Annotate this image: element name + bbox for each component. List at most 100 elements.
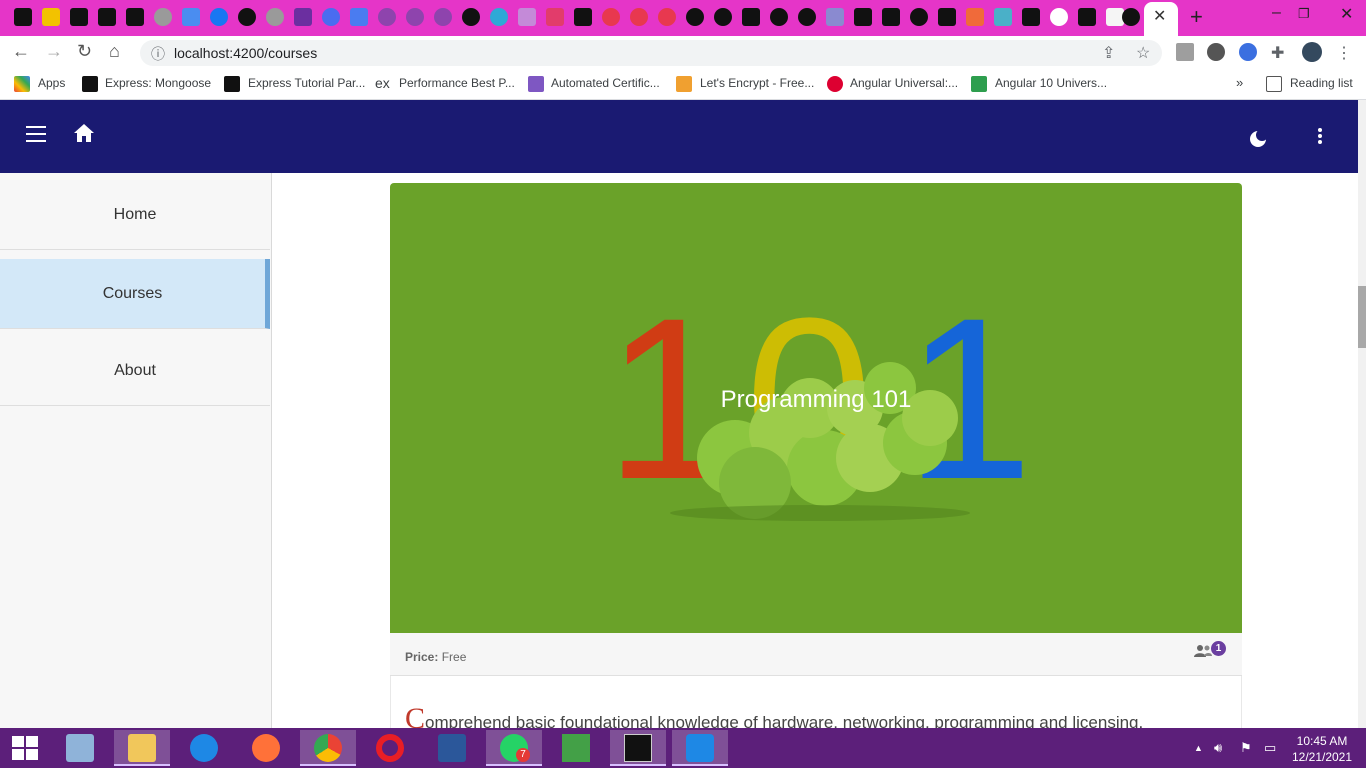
home-icon[interactable] bbox=[74, 124, 94, 147]
tab-icon[interactable] bbox=[994, 8, 1012, 26]
tab-icon[interactable] bbox=[266, 8, 284, 26]
app-icon[interactable] bbox=[562, 734, 590, 762]
sidenav-item-courses[interactable]: Courses bbox=[0, 259, 270, 329]
home-browser-icon[interactable]: ⌂ bbox=[109, 41, 120, 62]
share-icon[interactable]: ⇪ bbox=[1102, 43, 1115, 63]
tab-icon[interactable] bbox=[518, 8, 536, 26]
tab-icon[interactable] bbox=[798, 8, 816, 26]
extensions-puzzle-icon[interactable]: ✚ bbox=[1271, 43, 1284, 63]
bookmark-item[interactable]: Express: Mongoose bbox=[105, 76, 211, 90]
tab-icon[interactable] bbox=[154, 8, 172, 26]
tab-icon[interactable] bbox=[1078, 8, 1096, 26]
tray-overflow-icon[interactable]: ▲ bbox=[1194, 743, 1203, 753]
tab-icon[interactable] bbox=[630, 8, 648, 26]
bookmark-item[interactable]: Let's Encrypt - Free... bbox=[700, 76, 814, 90]
tab-icon[interactable] bbox=[294, 8, 312, 26]
tab-icon[interactable] bbox=[238, 8, 256, 26]
extension-icon[interactable] bbox=[1176, 43, 1194, 61]
page-scrollbar[interactable] bbox=[1358, 100, 1366, 728]
bookmark-item[interactable]: Angular Universal:... bbox=[850, 76, 958, 90]
forward-icon[interactable]: → bbox=[45, 41, 63, 62]
vscode-icon[interactable] bbox=[686, 734, 714, 762]
internet-explorer-icon[interactable] bbox=[190, 734, 218, 762]
bookmark-favicon bbox=[971, 76, 987, 92]
bookmark-favicon bbox=[82, 76, 98, 92]
menu-icon[interactable] bbox=[26, 126, 46, 142]
bookmark-favicon bbox=[224, 76, 240, 92]
new-tab-button[interactable]: + bbox=[1190, 4, 1203, 30]
tab-icon[interactable] bbox=[574, 8, 592, 26]
tab-icon[interactable] bbox=[686, 8, 704, 26]
bookmark-apps[interactable]: Apps bbox=[38, 76, 65, 90]
close-window-icon[interactable]: ✕ bbox=[1340, 4, 1353, 24]
notifications-flag-icon[interactable]: ⚑ bbox=[1240, 740, 1252, 756]
tab-icon[interactable] bbox=[938, 8, 956, 26]
tab-icon[interactable] bbox=[546, 8, 564, 26]
more-vert-icon[interactable] bbox=[1318, 128, 1322, 144]
scrollbar-thumb[interactable] bbox=[1358, 286, 1366, 348]
word-icon[interactable] bbox=[438, 734, 466, 762]
firefox-icon[interactable] bbox=[252, 734, 280, 762]
tab-icon[interactable] bbox=[322, 8, 340, 26]
bookmark-item[interactable]: Express Tutorial Par... bbox=[248, 76, 365, 90]
opera-icon[interactable] bbox=[376, 734, 404, 762]
tab-icon[interactable] bbox=[1122, 8, 1140, 26]
reading-list-button[interactable]: Reading list bbox=[1290, 76, 1353, 90]
minimize-icon[interactable]: – bbox=[1272, 4, 1281, 22]
extension-icon[interactable] bbox=[1239, 43, 1257, 61]
tab-icon[interactable] bbox=[490, 8, 508, 26]
tab-icon[interactable] bbox=[126, 8, 144, 26]
tab-icon[interactable] bbox=[182, 8, 200, 26]
tab-icon[interactable] bbox=[210, 8, 228, 26]
chrome-icon[interactable] bbox=[314, 734, 342, 762]
bookmark-item[interactable]: Performance Best P... bbox=[399, 76, 515, 90]
file-explorer-icon[interactable] bbox=[128, 734, 156, 762]
browser-menu-icon[interactable]: ⋮ bbox=[1336, 43, 1352, 63]
extension-icon[interactable] bbox=[1207, 43, 1225, 61]
tab-icon[interactable] bbox=[462, 8, 480, 26]
back-icon[interactable]: ← bbox=[12, 41, 30, 62]
close-tab-icon[interactable]: ✕ bbox=[1153, 6, 1166, 26]
tab-icon[interactable] bbox=[1022, 8, 1040, 26]
system-clock[interactable]: 10:45 AM 12/21/2021 bbox=[1290, 733, 1354, 765]
terminal-icon[interactable] bbox=[624, 734, 652, 762]
tab-icon[interactable] bbox=[70, 8, 88, 26]
start-button[interactable] bbox=[12, 736, 38, 760]
restore-icon[interactable]: ❐ bbox=[1298, 6, 1310, 22]
tab-icon[interactable] bbox=[602, 8, 620, 26]
tab-icon[interactable] bbox=[14, 8, 32, 26]
tab-icon[interactable] bbox=[42, 8, 60, 26]
tab-icon[interactable] bbox=[826, 8, 844, 26]
tab-icon[interactable] bbox=[350, 8, 368, 26]
tab-icon[interactable] bbox=[882, 8, 900, 26]
tab-icon[interactable] bbox=[98, 8, 116, 26]
bookmark-favicon bbox=[528, 76, 544, 92]
network-icon[interactable]: ▭ bbox=[1264, 740, 1276, 756]
sidenav-item-home[interactable]: Home bbox=[0, 180, 270, 250]
tab-icon[interactable] bbox=[910, 8, 928, 26]
profile-avatar[interactable] bbox=[1302, 42, 1322, 62]
tab-icon[interactable] bbox=[770, 8, 788, 26]
tab-icon[interactable] bbox=[714, 8, 732, 26]
bookmark-item[interactable]: Angular 10 Univers... bbox=[995, 76, 1107, 90]
reload-icon[interactable]: ↻ bbox=[77, 41, 92, 62]
tab-icon[interactable] bbox=[658, 8, 676, 26]
course-card-meta bbox=[390, 633, 1242, 676]
calculator-icon[interactable] bbox=[66, 734, 94, 762]
tab-icon[interactable] bbox=[742, 8, 760, 26]
bookmark-star-icon[interactable]: ☆ bbox=[1136, 43, 1150, 63]
tab-icon[interactable] bbox=[1050, 8, 1068, 26]
tab-icon[interactable] bbox=[378, 8, 396, 26]
tab-icon[interactable] bbox=[406, 8, 424, 26]
address-bar[interactable]: ⓘ localhost:4200/courses bbox=[140, 40, 1162, 66]
tab-icon[interactable] bbox=[966, 8, 984, 26]
volume-icon[interactable]: 🔊︎ bbox=[1214, 740, 1222, 756]
bookmarks-overflow-icon[interactable]: » bbox=[1236, 75, 1243, 90]
tab-icon[interactable] bbox=[854, 8, 872, 26]
moon-icon[interactable] bbox=[1249, 129, 1268, 148]
tab-icon[interactable] bbox=[434, 8, 452, 26]
sidenav-item-about[interactable]: About bbox=[0, 336, 270, 406]
bookmark-item[interactable]: Automated Certific... bbox=[551, 76, 660, 90]
course-title[interactable]: Programming 101 bbox=[390, 386, 1242, 414]
site-info-icon[interactable]: ⓘ bbox=[151, 44, 165, 64]
